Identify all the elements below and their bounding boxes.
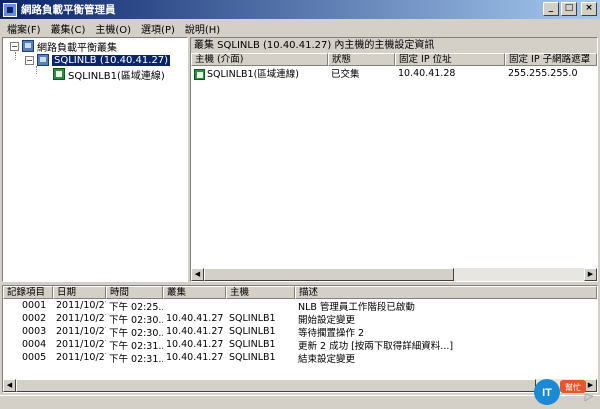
maximize-button[interactable]: □ — [561, 2, 577, 16]
log-row[interactable]: 0002 2011/10/27 下午 02:30... 10.40.41.27 … — [3, 312, 597, 326]
log-time: 下午 02:31... — [109, 353, 163, 365]
app-icon — [3, 2, 17, 17]
close-button[interactable]: × — [581, 2, 597, 16]
log-horizontal-scrollbar[interactable]: ◀ ▶ — [3, 379, 597, 392]
logo-brand: IT — [542, 387, 552, 399]
menu-host[interactable]: 主機(O) — [90, 21, 136, 36]
menu-cluster[interactable]: 叢集(C) — [46, 21, 91, 36]
log-row[interactable]: 0005 2011/10/27 下午 02:31... 10.40.41.27 … — [3, 351, 597, 365]
host-mask: 255.255.255.0 — [508, 67, 578, 79]
log-entry-no: 0001 — [22, 300, 47, 311]
menu-file[interactable]: 檔案(F) — [2, 21, 46, 36]
collapse-toggle[interactable]: − — [25, 55, 34, 65]
log-row[interactable]: 0004 2011/10/27 下午 02:31... 10.40.41.27 … — [3, 338, 597, 352]
minimize-button[interactable]: _ — [543, 2, 559, 16]
menu-options[interactable]: 選項(P) — [136, 21, 180, 36]
log-row[interactable]: 0001 2011/10/27 下午 02:25... NLB 管理員工作階段已… — [3, 299, 597, 313]
column-header-status[interactable]: 狀態 — [328, 53, 395, 66]
host-icon — [53, 68, 65, 80]
host-name: SQLINLB1(區域連線) — [207, 69, 299, 80]
log-time: 下午 02:30... — [109, 314, 163, 326]
tree-node-cluster[interactable]: − SQLINLB (10.40.41.27) — [25, 53, 171, 67]
scroll-right-button[interactable]: ▶ — [584, 268, 597, 281]
scroll-left-button[interactable]: ◀ — [3, 379, 16, 392]
column-header-description[interactable]: 描述 — [295, 286, 597, 299]
column-header-host[interactable]: 主機 — [226, 286, 295, 299]
log-time: 下午 02:25... — [109, 301, 163, 313]
tree-root-label: 網路負載平衡叢集 — [37, 42, 117, 54]
host-row[interactable]: SQLINLB1(區域連線) 已交集 10.40.41.28 255.255.2… — [191, 66, 597, 80]
log-header: 記錄項目 日期 時間 叢集 主機 描述 — [3, 286, 597, 299]
log-host: SQLINLB1 — [229, 339, 276, 350]
scroll-track[interactable] — [454, 268, 584, 281]
column-header-time[interactable]: 時間 — [106, 286, 163, 299]
scroll-left-button[interactable]: ◀ — [191, 268, 204, 281]
cluster-icon — [37, 54, 49, 66]
log-date: 2011/10/27 — [56, 326, 106, 337]
tree-node-root[interactable]: − 網路負載平衡叢集 — [10, 39, 117, 54]
tree-cluster-label: SQLINLB (10.40.41.27) — [52, 54, 171, 66]
collapse-toggle[interactable]: − — [10, 41, 19, 51]
column-header-host[interactable]: 主機 (介面) — [191, 53, 328, 66]
log-host: SQLINLB1 — [229, 326, 276, 337]
title-bar: 網路負載平衡管理員 _ □ × — [0, 0, 600, 19]
ithelp-logo: IT 幫忙 — [534, 379, 594, 405]
column-header-entry[interactable]: 記錄項目 — [3, 286, 53, 299]
tree-node-host[interactable]: SQLINLB1(區域連線) — [53, 67, 165, 82]
host-status: 已交集 — [331, 69, 360, 80]
scroll-thumb[interactable] — [16, 379, 536, 392]
log-entry-no: 0002 — [22, 313, 47, 324]
log-cluster: 10.40.41.27 — [166, 352, 224, 363]
column-header-mask[interactable]: 固定 IP 子網路遮罩 — [505, 53, 597, 66]
menu-bar: 檔案(F) 叢集(C) 主機(O) 選項(P) 說明(H) — [0, 19, 600, 37]
log-description: 等待擱置操作 2 — [298, 327, 365, 339]
column-header-ip[interactable]: 固定 IP 位址 — [395, 53, 505, 66]
status-bar — [0, 395, 600, 409]
log-description: NLB 管理員工作階段已啟動 — [298, 301, 415, 313]
log-date: 2011/10/27 — [56, 352, 106, 363]
tree-line — [36, 66, 37, 74]
host-details-pane: 叢集 SQLINLB (10.40.41.27) 內主機的主機設定資訊 主機 (… — [190, 37, 598, 282]
log-cluster: 10.40.41.27 — [166, 313, 224, 324]
pane-header: 叢集 SQLINLB (10.40.41.27) 內主機的主機設定資訊 — [191, 38, 597, 53]
log-host: SQLINLB1 — [229, 313, 276, 324]
scroll-thumb[interactable] — [204, 268, 454, 281]
host-icon — [194, 69, 205, 80]
log-description: 結束設定變更 — [298, 353, 356, 365]
column-header-cluster[interactable]: 叢集 — [163, 286, 226, 299]
cluster-group-icon — [22, 40, 34, 52]
log-cluster: 10.40.41.27 — [166, 339, 224, 350]
log-time: 下午 02:30... — [109, 327, 163, 339]
log-date: 2011/10/27 — [56, 339, 106, 350]
log-host: SQLINLB1 — [229, 352, 276, 363]
log-time: 下午 02:31... — [109, 340, 163, 352]
window-title: 網路負載平衡管理員 — [21, 4, 116, 16]
host-ip: 10.40.41.28 — [398, 67, 456, 79]
log-row[interactable]: 0003 2011/10/27 下午 02:30... 10.40.41.27 … — [3, 325, 597, 339]
host-list-header: 主機 (介面) 狀態 固定 IP 位址 固定 IP 子網路遮罩 — [191, 53, 597, 66]
horizontal-scrollbar[interactable]: ◀ ▶ — [191, 268, 597, 281]
log-description: 開始設定變更 — [298, 314, 356, 326]
cluster-tree[interactable]: − 網路負載平衡叢集 − SQLINLB (10.40.41.27) SQLIN… — [2, 37, 188, 282]
logo-sub: 幫忙 — [565, 382, 581, 392]
tree-line — [15, 52, 16, 60]
log-cluster: 10.40.41.27 — [166, 326, 224, 337]
log-entry-no: 0004 — [22, 339, 47, 350]
log-date: 2011/10/27 — [56, 313, 106, 324]
log-pane: 記錄項目 日期 時間 叢集 主機 描述 0001 2011/10/27 下午 0… — [2, 285, 598, 393]
log-description: 更新 2 成功 [按兩下取得詳細資料...] — [298, 340, 454, 352]
menu-help[interactable]: 說明(H) — [180, 21, 225, 36]
column-header-date[interactable]: 日期 — [53, 286, 106, 299]
log-entry-no: 0005 — [22, 352, 47, 363]
tree-host-label: SQLINLB1(區域連線) — [68, 70, 165, 82]
log-entry-no: 0003 — [22, 326, 47, 337]
log-date: 2011/10/27 — [56, 300, 106, 311]
